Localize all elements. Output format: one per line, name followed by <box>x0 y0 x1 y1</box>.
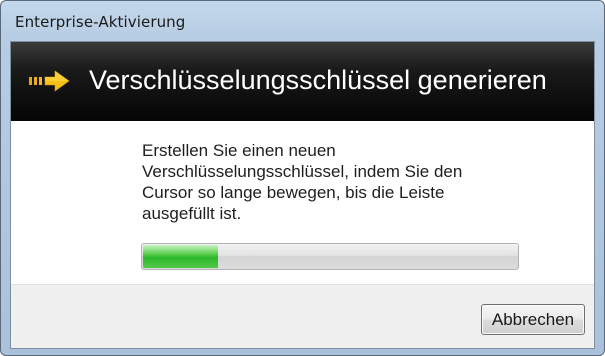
dialog-body: Verschlüsselungsschlüssel generieren Ers… <box>10 41 595 349</box>
dialog-window: Enterprise-Aktivierung Verschlüsselungss… <box>0 0 605 356</box>
content-area: Erstellen Sie einen neuen Verschlüsselun… <box>11 121 594 284</box>
cancel-button[interactable]: Abbrechen <box>481 304 585 335</box>
progress-bar <box>141 243 519 270</box>
header-banner: Verschlüsselungsschlüssel generieren <box>11 42 594 121</box>
arrow-right-icon <box>29 69 73 93</box>
progress-fill <box>143 245 218 268</box>
instructions-text: Erstellen Sie einen neuen Verschlüsselun… <box>142 141 463 223</box>
window-title: Enterprise-Aktivierung <box>15 13 186 31</box>
button-footer: Abbrechen <box>11 284 594 348</box>
title-bar[interactable]: Enterprise-Aktivierung <box>1 1 604 41</box>
banner-title: Verschlüsselungsschlüssel generieren <box>89 65 547 95</box>
